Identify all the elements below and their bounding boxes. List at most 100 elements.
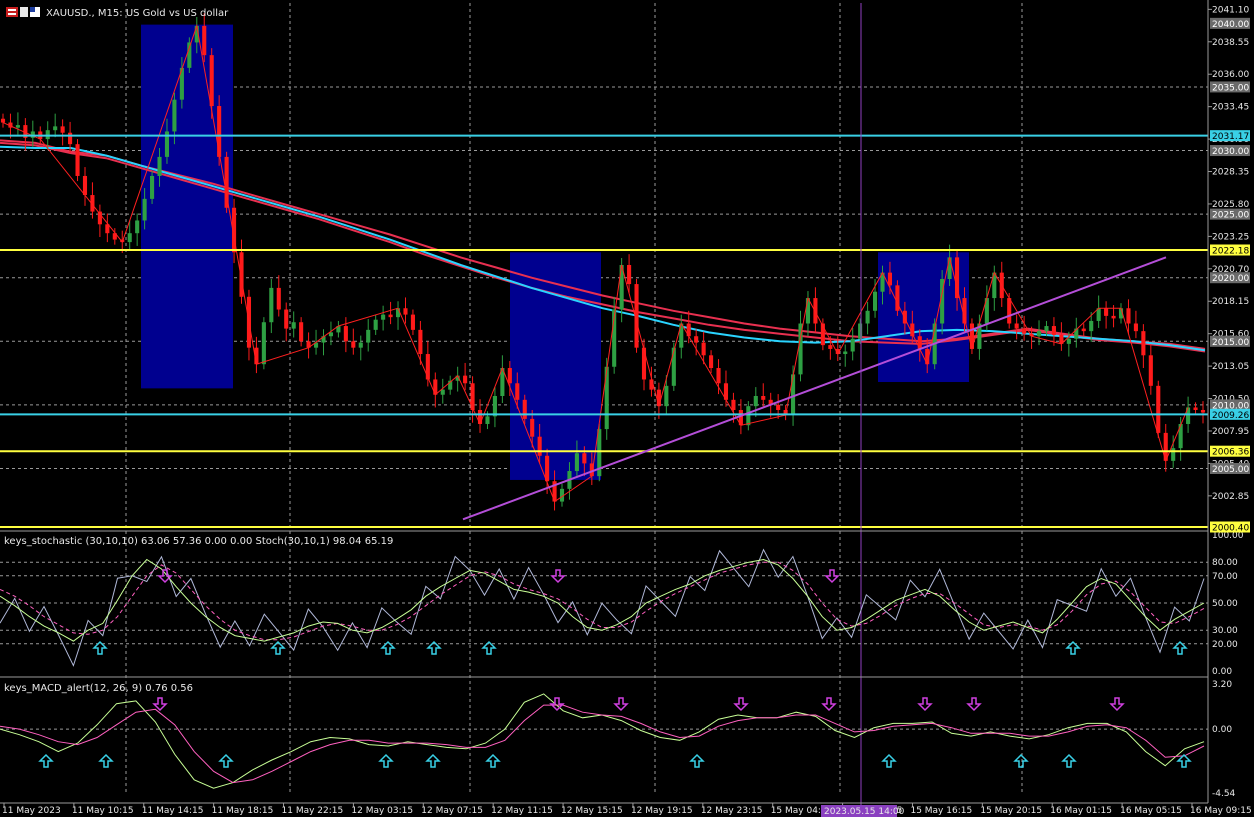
time-tick-label: 11 May 14:15 xyxy=(142,806,204,816)
candle-body xyxy=(947,257,952,279)
menu-icon[interactable] xyxy=(6,7,18,17)
candle-body xyxy=(574,453,579,472)
candle-body xyxy=(515,383,520,400)
time-tick-label: 15 May 16:15 xyxy=(910,806,972,816)
candle-body xyxy=(15,125,20,128)
candle-body xyxy=(791,374,796,416)
candle-body xyxy=(582,453,587,464)
candle-body xyxy=(1200,409,1206,413)
time-tick-label: 15 May 20:15 xyxy=(980,806,1042,816)
candle-body xyxy=(224,156,229,208)
candle-body xyxy=(1104,308,1109,316)
candle-body xyxy=(701,342,706,356)
time-tick-label: 12 May 03:15 xyxy=(351,806,413,816)
candle-body xyxy=(1156,385,1161,433)
candle-body xyxy=(664,385,669,407)
price-tick-label: 2033.45 xyxy=(1212,103,1249,113)
candle-body xyxy=(135,220,140,234)
macd-title: keys_MACD_alert(12, 26, 9) 0.76 0.56 xyxy=(4,683,193,694)
macd-tick-label: 0.00 xyxy=(1212,725,1232,735)
candle-body xyxy=(746,406,751,426)
candle-body xyxy=(425,354,430,380)
candle-body xyxy=(1066,338,1071,344)
price-tick-label: 2007.95 xyxy=(1212,427,1249,437)
candle-body xyxy=(0,118,6,123)
candle-body xyxy=(753,396,758,407)
candle-body xyxy=(813,298,818,324)
candle-body xyxy=(381,314,386,320)
price-tick-label: 2028.35 xyxy=(1212,168,1249,178)
crosshair-time-text: 2023.05.15 14:00 xyxy=(824,807,905,817)
time-tick-label: 16 May 01:15 xyxy=(1050,806,1112,816)
candle-body xyxy=(1014,323,1019,329)
candle-body xyxy=(1126,308,1131,324)
candle-body xyxy=(850,338,855,352)
price-tick-label: 2018.15 xyxy=(1212,297,1249,307)
candle-body xyxy=(418,329,423,355)
candle-body xyxy=(872,291,878,311)
candle-body xyxy=(627,265,632,285)
candle-body xyxy=(127,233,132,243)
menu-icon-line xyxy=(8,13,16,15)
price-level-label: 2022.18 xyxy=(1212,246,1249,256)
candle-body xyxy=(172,99,177,132)
candle-body xyxy=(1089,320,1094,332)
candle-body xyxy=(1171,448,1176,461)
candle-body xyxy=(291,322,296,329)
candle-body xyxy=(343,326,348,342)
price-level-label: 2040.00 xyxy=(1212,20,1249,30)
price-level-label: 2025.00 xyxy=(1212,211,1249,221)
stochastic-title: keys_stochastic (30,10,10) 63.06 57.36 0… xyxy=(4,536,393,547)
stochastic-tick-label: 80.00 xyxy=(1212,558,1238,568)
candle-body xyxy=(202,25,207,56)
stochastic-tick-label: 70.00 xyxy=(1212,572,1238,582)
macd-tick-label: 3.20 xyxy=(1212,680,1232,690)
highlight-zone xyxy=(141,24,233,389)
candle-body xyxy=(373,319,378,330)
time-tick-label: 16 May 05:15 xyxy=(1120,806,1182,816)
crosshair-time-label: 2023.05.15 14:00 xyxy=(821,805,905,817)
candle-body xyxy=(1022,328,1027,334)
price-tick-label: 2041.10 xyxy=(1212,5,1249,15)
time-tick-label: 11 May 10:15 xyxy=(72,806,134,816)
candle-body xyxy=(805,298,811,324)
candle-body xyxy=(1111,315,1116,319)
candle-body xyxy=(75,144,80,176)
candle-body xyxy=(843,351,848,355)
candle-body xyxy=(82,175,88,196)
price-level-label: 2030.00 xyxy=(1212,147,1249,157)
candle-body xyxy=(694,336,699,343)
candle-body xyxy=(1133,323,1138,332)
price-tick-label: 2002.85 xyxy=(1212,492,1249,502)
candle-body xyxy=(299,322,304,342)
candle-body xyxy=(887,272,893,286)
candle-body xyxy=(142,198,147,221)
time-tick-label: 12 May 07:15 xyxy=(421,806,483,816)
time-tick-label: 12 May 15:15 xyxy=(561,806,623,816)
flag-icon-canton xyxy=(30,7,35,12)
candle-body xyxy=(45,130,50,140)
candle-body xyxy=(656,389,661,407)
candle-body xyxy=(269,287,274,323)
candle-body xyxy=(284,309,289,329)
candle-body xyxy=(671,347,676,386)
candle-body xyxy=(709,355,714,369)
candle-body xyxy=(716,368,721,384)
candle-body xyxy=(217,106,222,157)
candle-body xyxy=(388,314,393,318)
candle-body xyxy=(150,175,155,199)
candle-body xyxy=(1081,328,1086,332)
stochastic-tick-label: 30.00 xyxy=(1212,626,1238,636)
chart-type-icon[interactable] xyxy=(20,7,28,17)
time-tick-label: 12 May 11:15 xyxy=(491,806,553,816)
price-tick-label: 2025.80 xyxy=(1212,200,1249,210)
stochastic-tick-label: 20.00 xyxy=(1212,640,1238,650)
candle-body xyxy=(1044,326,1049,332)
candle-body xyxy=(358,342,363,348)
candle-body xyxy=(1051,326,1056,335)
candle-body xyxy=(157,156,162,176)
candle-body xyxy=(440,389,445,395)
price-level-label: 2005.00 xyxy=(1212,465,1249,475)
trading-chart[interactable]: XAUUSD., M15: US Gold vs US dollar 100.0… xyxy=(0,0,1254,817)
time-tick-label: 16 May 09:15 xyxy=(1190,806,1252,816)
